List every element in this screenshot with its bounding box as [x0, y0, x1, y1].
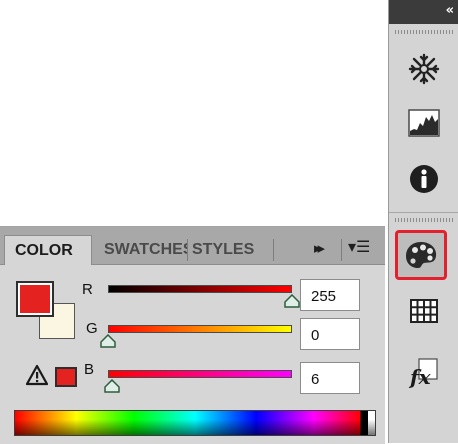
tab-separator: [341, 239, 342, 261]
svg-text:fx: fx: [408, 365, 432, 389]
collapse-dock-button[interactable]: «: [446, 3, 455, 18]
expand-panel-button[interactable]: ▸▸: [314, 239, 325, 257]
b-slider-thumb[interactable]: [104, 379, 121, 393]
dock-grip[interactable]: [395, 218, 453, 222]
tab-color[interactable]: COLOR: [4, 235, 92, 265]
histogram-icon: [408, 109, 440, 137]
foreground-color-swatch[interactable]: [16, 281, 54, 317]
b-value-input[interactable]: 6: [300, 362, 360, 394]
color-panel-button[interactable]: [395, 230, 447, 280]
snowflake-icon: [408, 53, 440, 85]
grid-icon: [410, 299, 438, 323]
panel-dock: « fx: [388, 0, 458, 443]
tab-swatches[interactable]: SWATCHES: [104, 235, 188, 265]
r-value-input[interactable]: 255: [300, 279, 360, 311]
tab-separator: [273, 239, 274, 261]
warning-icon[interactable]: [26, 364, 48, 386]
g-slider-track[interactable]: [108, 325, 292, 333]
gamut-warning-swatch[interactable]: [55, 367, 77, 387]
g-label: G: [86, 320, 98, 337]
info-button[interactable]: [401, 156, 447, 202]
b-label: B: [84, 361, 95, 378]
dock-header: «: [389, 0, 458, 24]
g-slider-thumb[interactable]: [100, 334, 116, 348]
panel-tab-bar: COLOR SWATCHES STYLES ▸▸ ▾☰: [0, 227, 385, 265]
r-label: R: [82, 281, 93, 298]
brushes-button[interactable]: [401, 46, 447, 92]
swatches-button[interactable]: [401, 288, 447, 334]
dock-separator: [389, 212, 458, 213]
r-slider-thumb[interactable]: [284, 294, 300, 308]
tab-styles[interactable]: STYLES: [192, 235, 270, 265]
palette-icon: [406, 242, 437, 268]
fx-icon: fx: [408, 358, 438, 389]
histogram-button[interactable]: [401, 100, 447, 146]
r-slider-track[interactable]: [108, 285, 292, 293]
color-spectrum-ramp[interactable]: [14, 410, 376, 436]
g-value-input[interactable]: 0: [300, 318, 360, 350]
panel-menu-button[interactable]: ▾☰: [348, 237, 370, 257]
styles-button[interactable]: fx: [401, 350, 447, 396]
dock-grip[interactable]: [395, 30, 453, 34]
tab-separator: [187, 239, 188, 261]
info-icon: [410, 165, 438, 193]
b-slider-track[interactable]: [108, 370, 292, 378]
